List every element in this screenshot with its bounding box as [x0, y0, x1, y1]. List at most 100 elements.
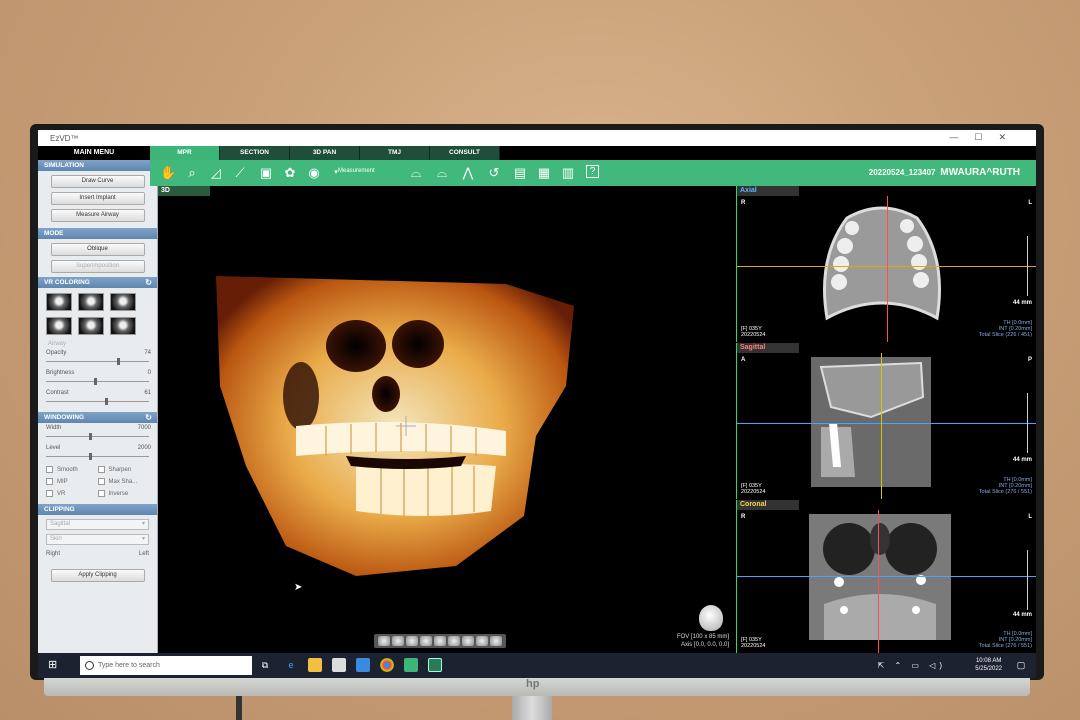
mail-icon[interactable] — [356, 658, 370, 672]
notification-icon[interactable]: ▢ — [1014, 658, 1028, 672]
view-preset-icon[interactable] — [448, 636, 460, 646]
tab-mpr[interactable]: MPR — [150, 146, 220, 160]
coronal-crosshair-v[interactable] — [878, 510, 879, 653]
minimize-button[interactable]: — — [949, 132, 974, 142]
reset-icon[interactable]: ↺ — [486, 165, 502, 181]
axial-view[interactable]: Axial R L 44 mm [F] 035Y 20220524 TH [0.… — [736, 186, 1036, 342]
measurement-label[interactable]: Measurement — [338, 168, 375, 174]
curve-icon[interactable]: ⟋ — [232, 165, 248, 181]
draw-curve-button[interactable]: Draw Curve — [50, 175, 145, 188]
slider-track[interactable] — [46, 456, 149, 457]
inverse-checkbox[interactable]: Inverse — [98, 490, 150, 497]
apply-clipping-button[interactable]: Apply Clipping — [50, 569, 145, 583]
tab-tmj[interactable]: TMJ — [360, 146, 430, 160]
hand-icon[interactable]: ✋ — [160, 165, 176, 181]
windows-start-icon[interactable]: ⊞ — [48, 660, 59, 671]
3d-view[interactable]: 3D ➤ FOV [100 x 85 mm] Axis [0.0, 0.0, 0… — [158, 186, 735, 653]
view-preset-icon[interactable] — [378, 636, 390, 646]
slider-level[interactable]: Level 2000 — [38, 443, 157, 463]
vr-preset-thumb[interactable] — [46, 293, 72, 311]
store-icon[interactable] — [332, 658, 346, 672]
system-tray[interactable]: ⇱ ⌃ ▭ ◁) — [878, 661, 946, 670]
refresh-icon[interactable]: ↻ — [145, 277, 152, 288]
vr-preset-thumb[interactable] — [78, 293, 104, 311]
smooth-checkbox[interactable]: Smooth — [46, 466, 98, 473]
axial-slice: Total Slice (226 / 451) — [978, 332, 1032, 338]
oblique-button[interactable]: Oblique — [50, 243, 145, 256]
vr-preset-thumb[interactable] — [110, 317, 136, 335]
sagittal-crosshair-h[interactable] — [737, 423, 1036, 424]
arch-2-icon[interactable]: ⌓ — [434, 165, 450, 181]
slider-track[interactable] — [46, 381, 149, 382]
vr-preset-thumb[interactable] — [110, 293, 136, 311]
camera-icon[interactable]: ▣ — [258, 165, 274, 181]
close-button[interactable]: ✕ — [998, 132, 1022, 142]
sagittal-view[interactable]: Sagittal A P 44 mm [F] 035Y 20220524 TH … — [736, 343, 1036, 499]
nerve-icon[interactable]: ◉ — [306, 165, 322, 181]
sagittal-crosshair-v[interactable] — [881, 353, 882, 499]
window-controls[interactable]: —☐✕ — [949, 132, 1022, 143]
view-preset-icon[interactable] — [420, 636, 432, 646]
superimposition-button[interactable]: Superimposition — [50, 260, 145, 273]
slider-width[interactable]: Width 7000 — [38, 423, 157, 443]
vr-checkbox[interactable]: VR — [46, 490, 98, 497]
slider-opacity[interactable]: Opacity 74 — [38, 348, 157, 368]
airway-option[interactable]: Airway — [38, 340, 157, 348]
slider-knob[interactable] — [94, 378, 97, 385]
ezvd-icon[interactable] — [404, 658, 418, 672]
slider-knob[interactable] — [89, 453, 93, 460]
view-preset-icon[interactable] — [406, 636, 418, 646]
vr-preset-thumb[interactable] — [78, 317, 104, 335]
help-icon[interactable]: ? — [586, 165, 599, 178]
tab-section[interactable]: SECTION — [220, 146, 290, 160]
coronal-crosshair-h[interactable] — [737, 576, 1036, 577]
view-preset-icon[interactable] — [490, 636, 502, 646]
tab-consult[interactable]: CONSULT — [430, 146, 500, 160]
view-preset-icon[interactable] — [434, 636, 446, 646]
vr-coloring-label: VR COLORING — [44, 279, 90, 286]
slider-track[interactable] — [46, 436, 149, 437]
ezvd-active-icon[interactable] — [428, 658, 442, 672]
maximize-button[interactable]: ☐ — [974, 132, 998, 142]
layout-1-icon[interactable]: ▤ — [512, 165, 528, 181]
slider-knob[interactable] — [89, 433, 93, 440]
edge-icon[interactable]: e — [284, 658, 298, 672]
chrome-icon[interactable] — [380, 658, 394, 672]
view-preset-icon[interactable] — [392, 636, 404, 646]
sharpen-checkbox[interactable]: Sharpen — [98, 466, 150, 473]
slider-track[interactable] — [46, 361, 149, 362]
max-sha-checkbox[interactable]: Max Sha... — [98, 478, 150, 485]
zoom-icon[interactable]: ⌕ — [184, 165, 200, 181]
arch-icon[interactable]: ⌓ — [408, 165, 424, 181]
view-preset-icon[interactable] — [462, 636, 474, 646]
main-menu[interactable]: MAIN MENU — [38, 146, 150, 160]
coronal-view[interactable]: Coronal R L 44 mm [F] 035Y 20220524 TH [… — [736, 500, 1036, 653]
measure-airway-button[interactable]: Measure Airway — [50, 209, 145, 222]
monitor-cable — [236, 696, 242, 720]
arch-3-icon[interactable]: ⋀ — [460, 165, 476, 181]
orientation-head-icon[interactable] — [699, 605, 723, 631]
taskbar-clock[interactable]: 10:08 AM 5/25/2022 — [975, 657, 1002, 673]
layout-2-icon[interactable]: ▦ — [536, 165, 552, 181]
taskbar-search-input[interactable]: Type here to search — [80, 656, 252, 675]
insert-implant-button[interactable]: Insert Implant — [50, 192, 145, 205]
axial-crosshair-v[interactable] — [887, 196, 888, 342]
refresh-icon[interactable]: ↻ — [145, 412, 152, 423]
file-explorer-icon[interactable] — [308, 658, 322, 672]
slider-knob[interactable] — [117, 358, 121, 365]
angle-icon[interactable]: ◿ — [208, 165, 224, 181]
3d-skull-render[interactable] — [206, 266, 586, 586]
implant-icon[interactable]: ✿ — [282, 165, 298, 181]
vr-preset-thumb[interactable] — [46, 317, 72, 335]
clipping-tissue-select[interactable]: Skin — [46, 534, 149, 546]
slider-contrast[interactable]: Contrast 61 — [38, 388, 157, 408]
slider-knob[interactable] — [104, 398, 108, 405]
view-preset-icon[interactable] — [476, 636, 488, 646]
clipping-plane-select[interactable]: Sagittal — [46, 519, 149, 531]
tab-3d-pan[interactable]: 3D PAN — [290, 146, 360, 160]
slider-track[interactable] — [46, 401, 149, 402]
slider-brightness[interactable]: Brightness 0 — [38, 368, 157, 388]
task-view-icon[interactable]: ⧉ — [258, 658, 272, 672]
layout-3-icon[interactable]: ▥ — [560, 165, 576, 181]
mip-checkbox[interactable]: MIP — [46, 478, 98, 485]
